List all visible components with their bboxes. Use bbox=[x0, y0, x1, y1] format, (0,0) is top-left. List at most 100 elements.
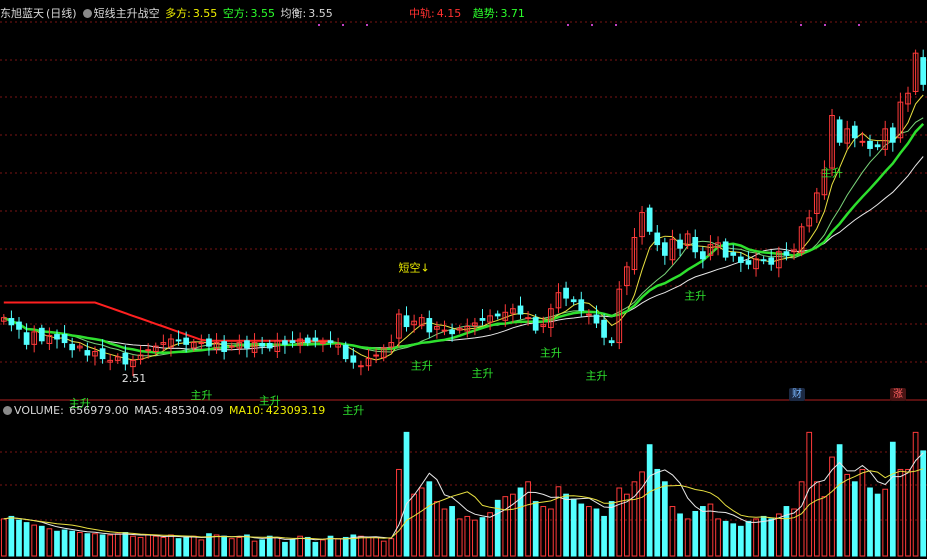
main-up-label: 主升 bbox=[471, 367, 493, 380]
short-sell-label: 短空↓ bbox=[399, 260, 430, 274]
candle-body bbox=[586, 313, 592, 316]
candle-body bbox=[677, 239, 683, 249]
candle-body bbox=[517, 305, 524, 315]
ma5-value: 485304.09 bbox=[164, 404, 224, 417]
volume-bar bbox=[487, 512, 493, 557]
candle-body bbox=[221, 341, 228, 352]
ma5-label: MA5: bbox=[134, 404, 163, 417]
volume-bar bbox=[722, 520, 729, 557]
candle-body bbox=[601, 319, 607, 338]
main-up-label: 主升 bbox=[190, 389, 212, 402]
volume-bar bbox=[213, 534, 220, 557]
candle-body bbox=[206, 338, 212, 347]
candle-body bbox=[722, 241, 729, 258]
candle-body bbox=[867, 140, 873, 149]
candle-body bbox=[525, 317, 531, 320]
volume-bar bbox=[548, 508, 554, 557]
candle-body bbox=[426, 318, 433, 333]
volume-bar bbox=[753, 518, 759, 557]
candle-body bbox=[730, 252, 737, 256]
ma10-line bbox=[3, 117, 924, 357]
top-marker bbox=[591, 24, 593, 26]
indicator-menu-icon[interactable] bbox=[82, 8, 92, 18]
volume-bar bbox=[791, 508, 797, 557]
volume-bar bbox=[844, 473, 851, 557]
volume-bar bbox=[145, 534, 152, 557]
candle-body bbox=[69, 343, 76, 351]
top-marker bbox=[366, 24, 368, 26]
price-grid bbox=[0, 21, 927, 401]
volume-bar bbox=[867, 487, 873, 557]
candle-body bbox=[312, 337, 319, 342]
candlestick-series bbox=[0, 49, 927, 377]
volume-bar bbox=[646, 444, 653, 557]
candle-body bbox=[266, 342, 273, 349]
volume-bar bbox=[373, 536, 379, 557]
candle-body bbox=[183, 337, 190, 345]
volume-bar bbox=[593, 508, 600, 557]
volume-bar bbox=[221, 535, 228, 557]
top-markers bbox=[318, 24, 860, 26]
volume-bar bbox=[662, 481, 668, 557]
volume-bar bbox=[8, 515, 15, 557]
indicator-name[interactable]: 短线主升战空 bbox=[94, 7, 160, 20]
volume-menu-icon[interactable] bbox=[3, 405, 12, 415]
volume-bar bbox=[586, 506, 592, 557]
candle-body bbox=[608, 340, 615, 344]
volume-bar bbox=[99, 534, 106, 557]
volume-bar bbox=[23, 522, 30, 557]
volume-bar bbox=[92, 533, 98, 557]
volume-bar bbox=[54, 530, 60, 557]
kongfang-value: 3.55 bbox=[250, 7, 276, 20]
main-up-label: 主升 bbox=[684, 289, 706, 302]
candle-body bbox=[532, 317, 539, 331]
volume-bar bbox=[259, 539, 265, 557]
finance-badge[interactable]: 财 bbox=[789, 388, 805, 401]
volume-bar bbox=[396, 468, 402, 557]
candle-body bbox=[228, 345, 235, 348]
volume-bar bbox=[228, 538, 235, 557]
volume-bar bbox=[434, 501, 440, 557]
volume-bar bbox=[479, 517, 486, 557]
volume-bar bbox=[31, 524, 38, 557]
zhonggui-line bbox=[3, 301, 331, 342]
candle-body bbox=[874, 144, 881, 148]
volume-bar bbox=[84, 533, 91, 557]
candle-body bbox=[38, 327, 45, 342]
volume-bar bbox=[335, 538, 341, 557]
top-marker bbox=[800, 24, 802, 26]
candle-body bbox=[783, 251, 790, 256]
trend-header: 中轨: 4.15 趋势: 3.71 bbox=[409, 6, 527, 22]
candle-body bbox=[122, 352, 129, 365]
volume-bar bbox=[654, 468, 661, 557]
volume-bar bbox=[677, 513, 683, 557]
volume-bar bbox=[631, 481, 638, 557]
volume-bar bbox=[806, 431, 813, 557]
volume-bar bbox=[616, 487, 623, 557]
volume-bar bbox=[540, 506, 547, 557]
volume-bar bbox=[570, 498, 577, 557]
candle-body bbox=[662, 242, 668, 256]
candle-body bbox=[358, 365, 364, 368]
volume-bar bbox=[122, 532, 129, 557]
candle-body bbox=[494, 313, 501, 317]
volume-bar bbox=[175, 538, 182, 557]
candle-body bbox=[859, 140, 866, 143]
volume-bar bbox=[130, 535, 136, 557]
candle-body bbox=[889, 127, 896, 143]
candle-body bbox=[342, 344, 349, 360]
zhonggui-value: 4.15 bbox=[436, 7, 462, 20]
main-up-label: 主升 bbox=[411, 360, 433, 373]
candle-body bbox=[327, 340, 334, 344]
candle-body bbox=[289, 340, 296, 344]
candle-body bbox=[578, 299, 585, 312]
volume-value: 656979.00 bbox=[69, 404, 129, 417]
limit-up-badge[interactable]: 涨 bbox=[890, 388, 906, 401]
volume-bar bbox=[859, 468, 866, 557]
candle-body bbox=[282, 340, 288, 345]
volume-bar bbox=[418, 487, 425, 557]
candle-body bbox=[654, 232, 661, 246]
volume-bar bbox=[905, 468, 911, 557]
candle-body bbox=[61, 334, 68, 344]
volume-bar bbox=[274, 536, 281, 557]
